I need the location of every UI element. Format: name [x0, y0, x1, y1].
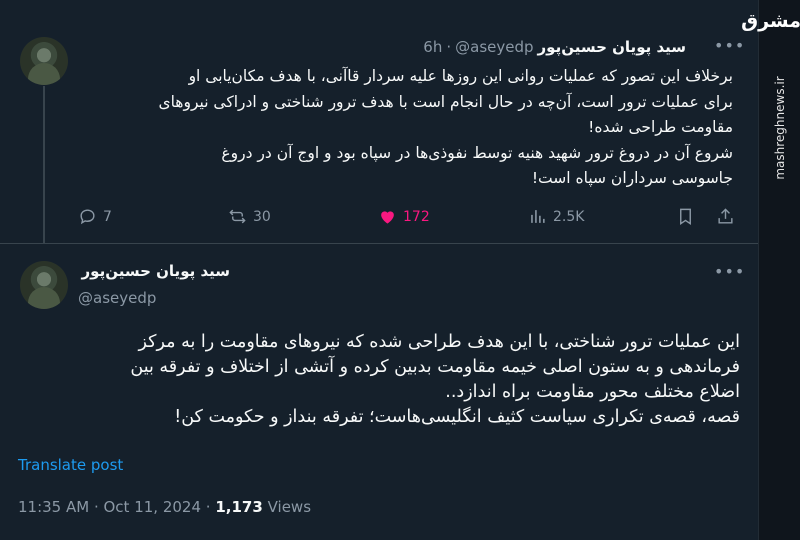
- author-handle[interactable]: @aseyedp: [78, 289, 156, 307]
- more-options-icon[interactable]: •••: [714, 36, 745, 55]
- tweet-line: برخلاف این تصور که عملیات روانی این روزه…: [188, 67, 733, 85]
- author-handle[interactable]: @aseyedp: [455, 38, 533, 56]
- tweet-header: 6h · @aseyedp سید پویان حسین‌پور: [423, 37, 686, 57]
- watermark-strip: مشرق mashreghnews.ir: [741, 0, 800, 540]
- repost-icon: [229, 209, 246, 224]
- avatar[interactable]: [20, 37, 68, 85]
- tweet-line: شروع آن در دروغ ترور شهید هنیه توسط نفوذ…: [221, 143, 733, 162]
- share-button[interactable]: [716, 207, 735, 226]
- analytics-icon: [531, 210, 545, 223]
- avatar[interactable]: [20, 261, 68, 309]
- repost-count: 30: [253, 208, 271, 225]
- tweet-actions: 7 30 172 2.5K: [78, 204, 738, 232]
- tweet-line: مقاومت طراحی شده!: [588, 118, 733, 136]
- views-label: Views: [267, 498, 312, 516]
- tweet-text: این عملیات ترور شناختی، با این هدف طراحی…: [18, 330, 740, 430]
- tweet-line: برای عملیات ترور است، آن‌چه در حال انجام…: [158, 92, 733, 111]
- views-count: 1,173: [215, 498, 263, 516]
- tweet-first[interactable]: 6h · @aseyedp سید پویان حسین‌پور ••• برخ…: [0, 0, 758, 244]
- bookmark-button[interactable]: [676, 207, 695, 226]
- reply-icon: [80, 209, 95, 225]
- watermark-site-text: mashreghnews.ir: [773, 76, 787, 180]
- author-name[interactable]: سید پویان حسین‌پور: [82, 262, 230, 280]
- reply-count: 7: [103, 208, 112, 225]
- watermark-logo: مشرق: [741, 10, 800, 32]
- reply-button[interactable]: 7: [78, 207, 112, 226]
- like-count: 172: [403, 208, 430, 225]
- timeline: 6h · @aseyedp سید پویان حسین‌پور ••• برخ…: [0, 0, 758, 540]
- bookmark-icon: [680, 208, 691, 225]
- tweet-line: اضلاع مختلف محور مقاومت براه اندازد..: [445, 382, 740, 402]
- watermark-site: mashreghnews.ir: [763, 76, 797, 180]
- author-name[interactable]: سید پویان حسین‌پور: [538, 38, 686, 56]
- thread-connector: [43, 86, 45, 244]
- separator-dot: ·: [205, 498, 211, 516]
- views-button[interactable]: 2.5K: [528, 207, 584, 226]
- translate-post-link[interactable]: Translate post: [18, 456, 123, 474]
- tweet-line: جاسوسی سرداران سپاه است!: [531, 169, 733, 187]
- tweet-line: این عملیات ترور شناختی، با این هدف طراحی…: [138, 332, 740, 352]
- views-count: 2.5K: [553, 208, 585, 225]
- repost-button[interactable]: 30: [228, 207, 271, 226]
- more-options-icon[interactable]: •••: [714, 262, 745, 281]
- tweet-line: قصه، قصه‌ی تکراری سیاست کثیف انگلیسی‌هاس…: [174, 407, 740, 427]
- timestamp[interactable]: 11:35 AM · Oct 11, 2024: [18, 498, 201, 516]
- like-button[interactable]: 172: [378, 207, 430, 226]
- tweet-line: فرماندهی و به ستون اصلی خیمه مقاومت بدبی…: [130, 357, 740, 377]
- separator-dot: ·: [446, 38, 452, 56]
- tweet-time[interactable]: 6h: [423, 38, 442, 56]
- heart-icon: [381, 211, 394, 224]
- tweet-metadata: 11:35 AM · Oct 11, 2024 · 1,173 Views: [18, 498, 311, 516]
- share-icon: [718, 208, 733, 224]
- tweet-text: برخلاف این تصور که عملیات روانی این روزه…: [78, 64, 733, 192]
